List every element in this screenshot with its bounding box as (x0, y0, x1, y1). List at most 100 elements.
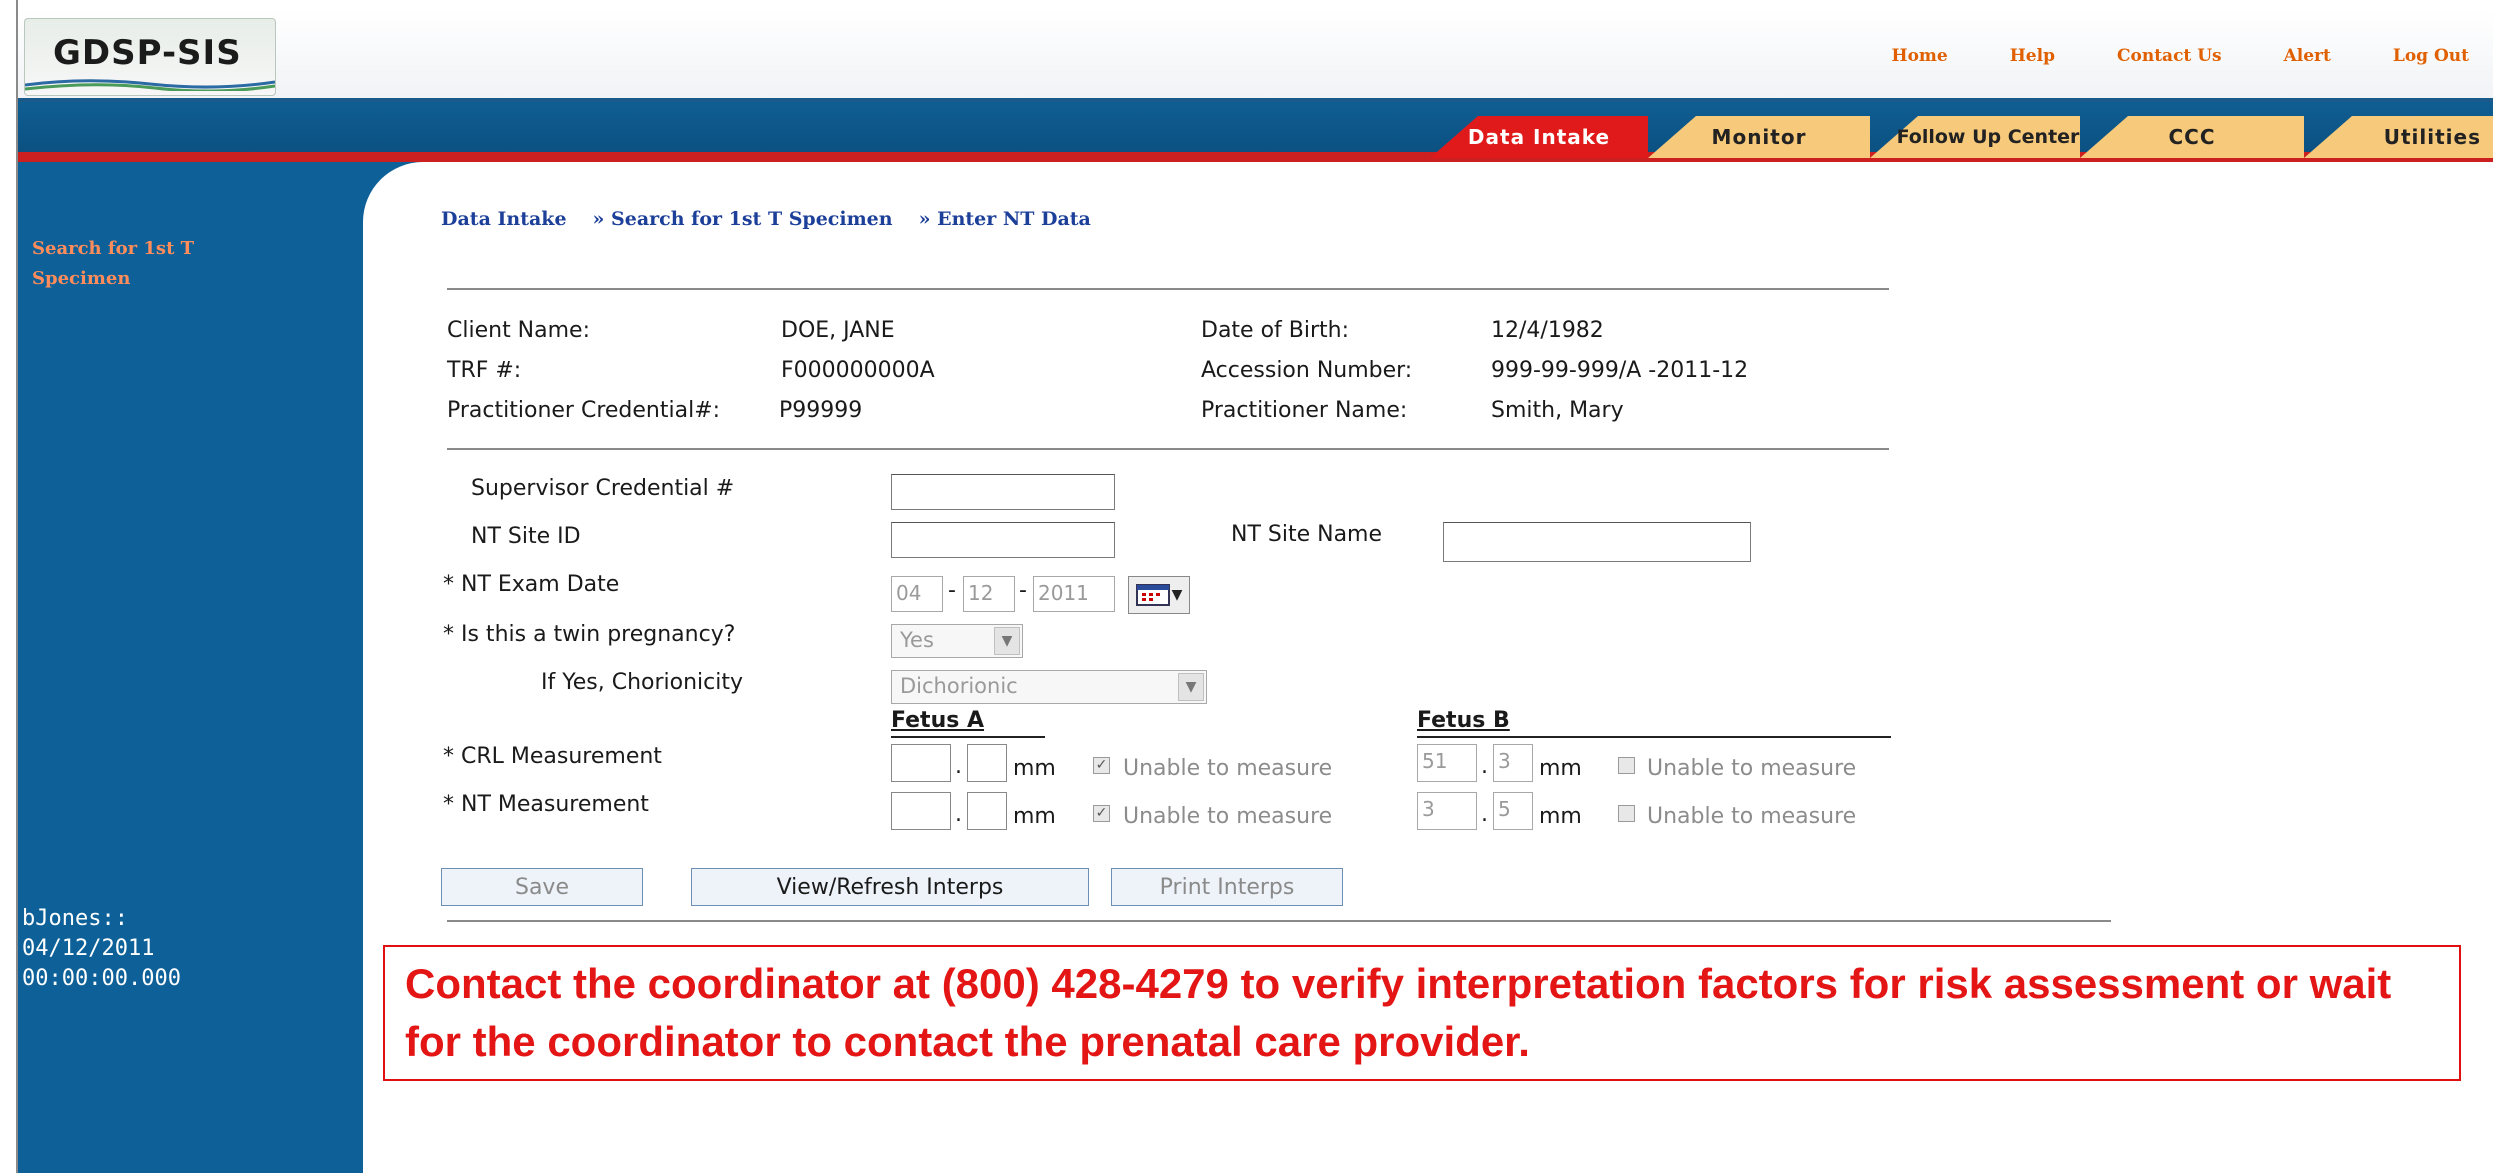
credential-value: P99999 (779, 398, 863, 423)
decimal-point: . (1481, 754, 1488, 779)
crl-a-unit: mm (1013, 756, 1056, 781)
client-name-value: DOE, JANE (781, 318, 895, 343)
nt-a-unable-checkbox[interactable]: ✓ (1093, 805, 1110, 822)
tab-utilities[interactable]: Utilities (2304, 116, 2493, 158)
calendar-icon (1135, 584, 1170, 606)
accession-label: Accession Number: (1201, 358, 1413, 383)
save-button[interactable]: Save (441, 868, 643, 906)
twin-label: * Is this a twin pregnancy? (443, 622, 736, 647)
divider (447, 288, 1889, 290)
tab-data-intake[interactable]: Data Intake (1430, 116, 1648, 158)
chorionicity-select[interactable]: Dichorionic ▼ (891, 670, 1207, 704)
practitioner-label: Practitioner Name: (1201, 398, 1408, 423)
crl-b-int-input[interactable]: 51 (1417, 744, 1477, 782)
home-link[interactable]: Home (1892, 46, 1948, 66)
tab-label: Monitor (1711, 125, 1807, 149)
alert-link[interactable]: Alert (2284, 46, 2331, 66)
nt-site-id-input[interactable] (891, 522, 1115, 558)
nt-b-dec-input[interactable]: 5 (1493, 792, 1533, 830)
crl-b-unable-label: Unable to measure (1647, 756, 1857, 781)
chorionicity-label: If Yes, Chorionicity (541, 670, 744, 695)
exam-day-input[interactable]: 12 (963, 576, 1015, 612)
chevron-down-icon: ▼ (994, 627, 1020, 655)
nt-a-unit: mm (1013, 804, 1056, 829)
session-date: 04/12/2011 (22, 936, 155, 961)
crl-b-dec-input[interactable]: 3 (1493, 744, 1533, 782)
left-border (0, 0, 18, 1173)
fetus-b-underline (1417, 736, 1891, 738)
calendar-picker-button[interactable]: ▼ (1128, 576, 1190, 614)
tab-label: Follow Up Center (1896, 126, 2080, 148)
fetus-b-heading: Fetus B (1417, 708, 1510, 733)
nt-a-int-input[interactable] (891, 792, 951, 830)
alert-message: Contact the coordinator at (800) 428-427… (405, 960, 2392, 1065)
breadcrumb-data-intake[interactable]: Data Intake (441, 208, 567, 230)
sidebar: Search for 1st T Specimen bJones:: 04/12… (18, 162, 363, 1173)
contact-us-link[interactable]: Contact Us (2117, 46, 2222, 66)
accession-value: 999-99-999/A -2011-12 (1491, 358, 1749, 383)
crl-a-unable-label: Unable to measure (1123, 756, 1333, 781)
crl-a-unable-checkbox[interactable]: ✓ (1093, 757, 1110, 774)
nt-b-int-input[interactable]: 3 (1417, 792, 1477, 830)
site-id-label: NT Site ID (471, 524, 581, 549)
trf-value: F000000000A (781, 358, 935, 383)
logo-text: GDSP-SIS (53, 33, 242, 73)
view-refresh-interps-button[interactable]: View/Refresh Interps (691, 868, 1089, 906)
supervisor-credential-input[interactable] (891, 474, 1115, 510)
crl-label: * CRL Measurement (443, 744, 662, 769)
crl-b-unit: mm (1539, 756, 1582, 781)
date-separator: - (948, 578, 956, 603)
crl-a-dec-input[interactable] (967, 744, 1007, 782)
tab-ccc[interactable]: CCC (2080, 116, 2304, 158)
tab-label: Utilities (2383, 125, 2481, 149)
nt-label: * NT Measurement (443, 792, 649, 817)
nt-a-unable-label: Unable to measure (1123, 804, 1333, 829)
nt-b-unable-checkbox[interactable] (1618, 805, 1635, 822)
dob-label: Date of Birth: (1201, 318, 1350, 343)
header-bar: GDSP-SIS Home Help Contact Us Alert Log … (18, 10, 2493, 102)
top-links: Home Help Contact Us Alert Log Out (1892, 46, 2469, 66)
practitioner-value: Smith, Mary (1491, 398, 1624, 423)
decimal-point: . (1481, 802, 1488, 827)
nt-site-name-input[interactable] (1443, 522, 1751, 562)
twin-select-value: Yes (900, 628, 934, 652)
exam-date-label: * NT Exam Date (443, 572, 620, 597)
nt-a-dec-input[interactable] (967, 792, 1007, 830)
exam-year-input[interactable]: 2011 (1033, 576, 1115, 612)
breadcrumb-enter-nt-data[interactable]: » Enter NT Data (919, 208, 1091, 230)
alert-message-box: Contact the coordinator at (800) 428-427… (383, 945, 2461, 1081)
supervisor-label: Supervisor Credential # (471, 476, 735, 501)
trf-label: TRF #: (447, 358, 522, 383)
tab-follow-up-center[interactable]: Follow Up Center (1870, 116, 2080, 158)
nt-b-unit: mm (1539, 804, 1582, 829)
divider (447, 920, 2111, 922)
tab-label: Data Intake (1467, 125, 1611, 149)
app-logo[interactable]: GDSP-SIS (24, 18, 276, 96)
chevron-down-icon: ▼ (1178, 673, 1204, 701)
breadcrumb: Data Intake » Search for 1st T Specimen … (441, 208, 1091, 230)
divider (447, 448, 1889, 450)
chevron-down-icon: ▼ (1171, 587, 1183, 603)
sidebar-item-search-1st-t-specimen[interactable]: Search for 1st T Specimen (32, 234, 272, 294)
crl-a-int-input[interactable] (891, 744, 951, 782)
crl-b-unable-checkbox[interactable] (1618, 757, 1635, 774)
logo-wave-icon (25, 79, 275, 91)
client-name-label: Client Name: (447, 318, 590, 343)
help-link[interactable]: Help (2010, 46, 2055, 66)
session-user: bJones:: (22, 906, 128, 931)
decimal-point: . (955, 802, 962, 827)
credential-label: Practitioner Credential#: (447, 398, 721, 423)
tab-monitor[interactable]: Monitor (1648, 116, 1870, 158)
breadcrumb-search-specimen[interactable]: » Search for 1st T Specimen (593, 208, 893, 230)
session-time: 00:00:00.000 (22, 966, 181, 991)
fetus-a-heading: Fetus A (891, 708, 985, 733)
nt-b-unable-label: Unable to measure (1647, 804, 1857, 829)
fetus-a-underline (891, 736, 1045, 738)
tab-label: CCC (2168, 125, 2216, 149)
exam-month-input[interactable]: 04 (891, 576, 943, 612)
dob-value: 12/4/1982 (1491, 318, 1604, 343)
log-out-link[interactable]: Log Out (2393, 46, 2469, 66)
print-interps-button[interactable]: Print Interps (1111, 868, 1343, 906)
twin-pregnancy-select[interactable]: Yes ▼ (891, 624, 1023, 658)
decimal-point: . (955, 754, 962, 779)
